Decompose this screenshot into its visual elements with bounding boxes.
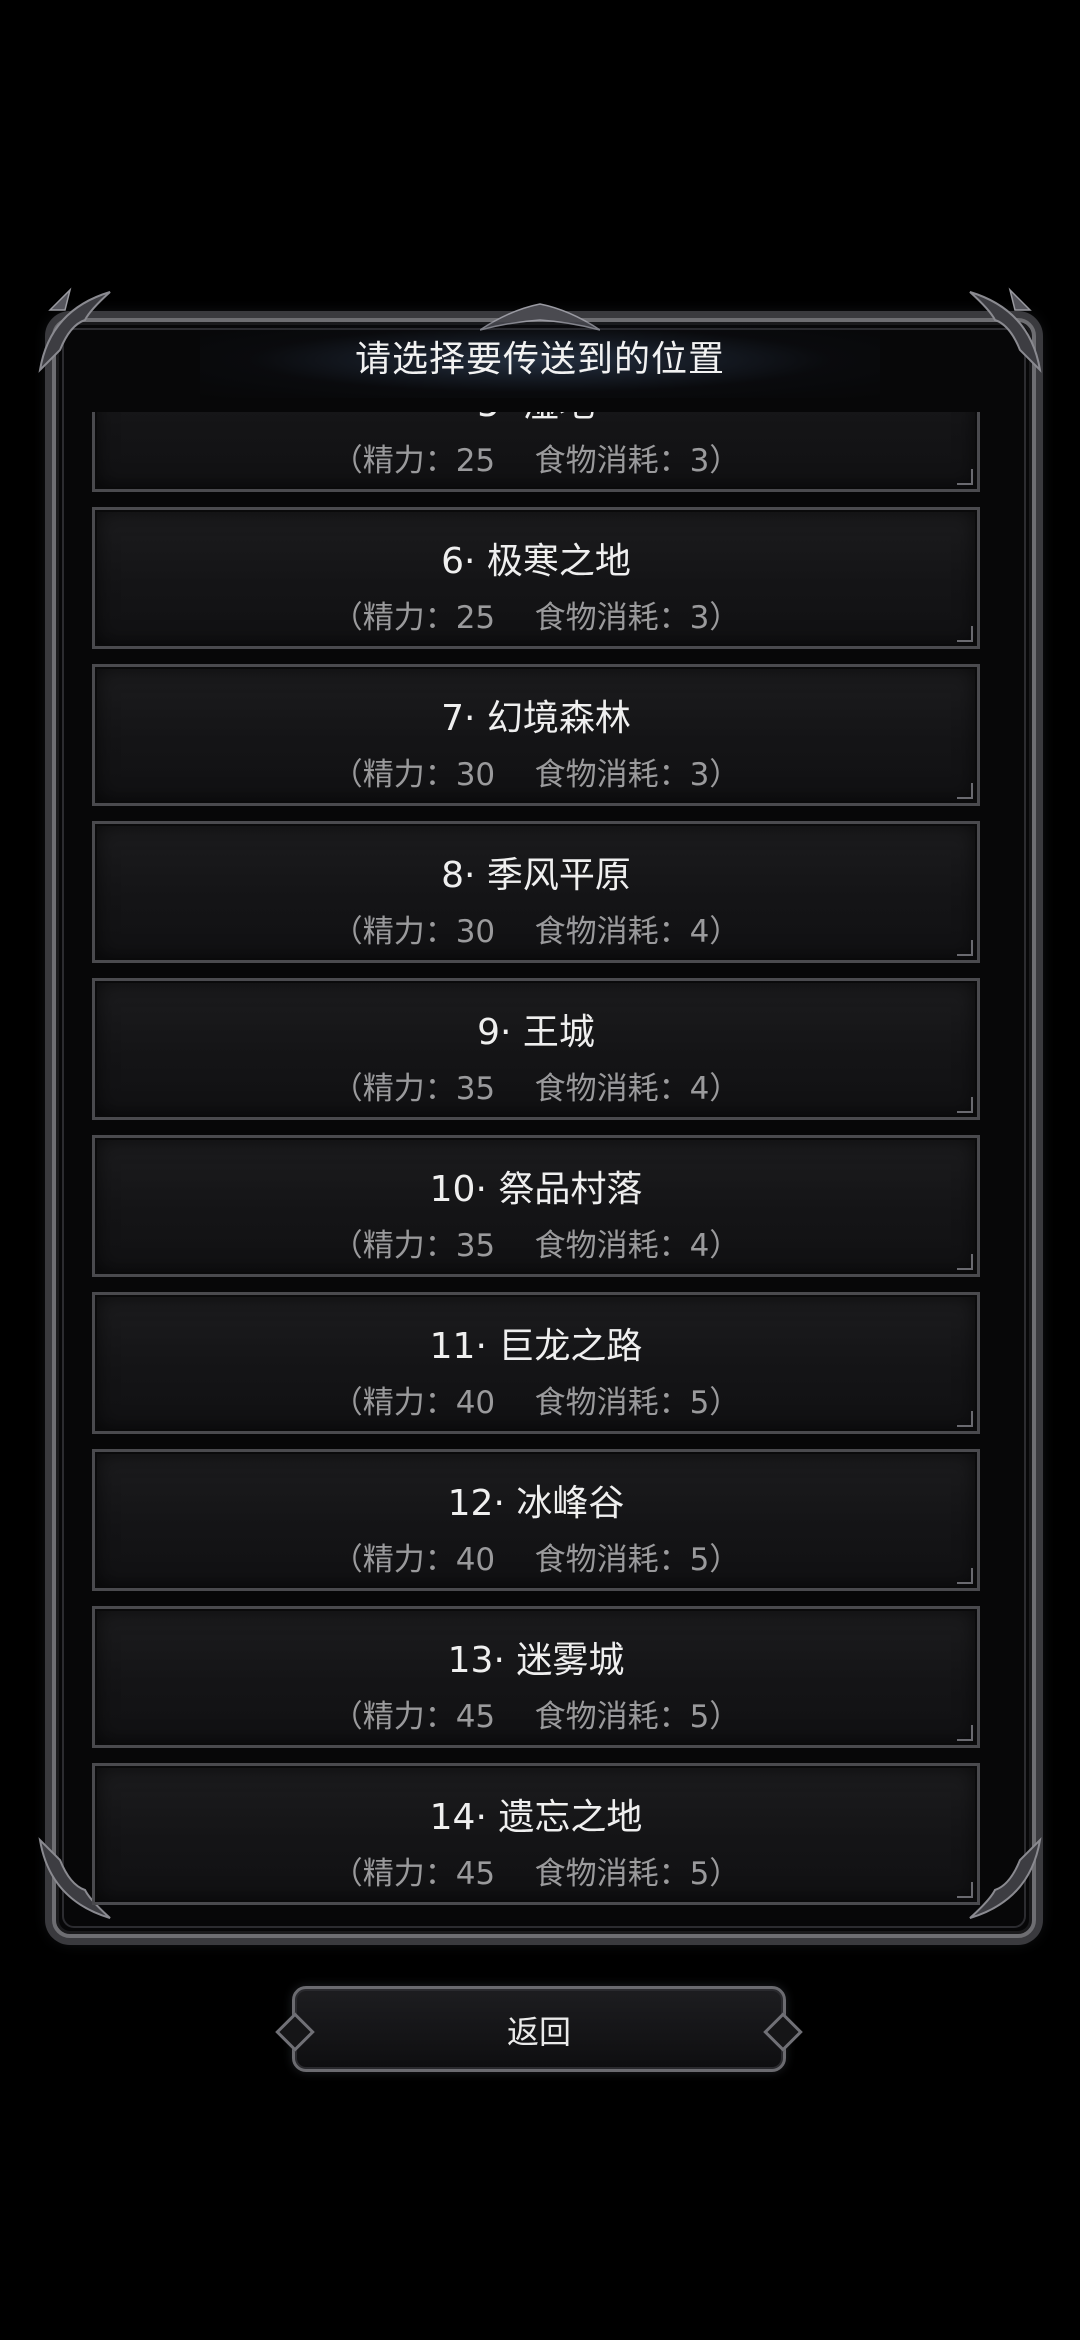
location-name: 12· 冰峰谷 (447, 1483, 625, 1524)
location-item[interactable]: 6· 极寒之地 （精力：25 食物消耗：3） (92, 507, 980, 649)
back-button[interactable]: 返回 (275, 1986, 803, 2072)
location-name: 7· 幻境森林 (441, 698, 631, 739)
location-item[interactable]: 7· 幻境森林 （精力：30 食物消耗：3） (92, 664, 980, 806)
button-cap-icon (763, 2012, 803, 2052)
location-cost: （精力：35 食物消耗：4） (331, 1071, 741, 1107)
location-cost: （精力：45 食物消耗：5） (331, 1699, 741, 1735)
location-cost: （精力：40 食物消耗：5） (331, 1385, 741, 1421)
location-cost: （精力：40 食物消耗：5） (331, 1542, 741, 1578)
location-name: 10· 祭品村落 (429, 1169, 643, 1210)
location-name: 8· 季风平原 (441, 855, 631, 896)
location-cost: （精力：25 食物消耗：3） (331, 443, 741, 479)
location-name: 5· 湿地 (95, 412, 977, 427)
location-item[interactable]: 14· 遗忘之地 （精力：45 食物消耗：5） (92, 1763, 980, 1905)
location-item[interactable]: 9· 王城 （精力：35 食物消耗：4） (92, 978, 980, 1120)
back-button-label: 返回 (506, 2013, 571, 2051)
location-item[interactable]: 12· 冰峰谷 （精力：40 食物消耗：5） (92, 1449, 980, 1591)
location-name: 6· 极寒之地 (441, 541, 631, 582)
location-name: 14· 遗忘之地 (429, 1797, 643, 1838)
dialog-title: 请选择要传送到的位置 (200, 322, 880, 398)
location-name: 9· 王城 (477, 1012, 595, 1053)
location-list[interactable]: 5· 湿地 （精力：25 食物消耗：3） 6· 极寒之地 （精力：25 食物消耗… (92, 412, 988, 1920)
location-item[interactable]: 8· 季风平原 （精力：30 食物消耗：4） (92, 821, 980, 963)
location-cost: （精力：35 食物消耗：4） (331, 1228, 741, 1264)
location-item[interactable]: 5· 湿地 （精力：25 食物消耗：3） (92, 412, 980, 492)
location-cost: （精力：30 食物消耗：4） (331, 914, 741, 950)
location-cost: （精力：30 食物消耗：3） (331, 757, 741, 793)
location-name: 11· 巨龙之路 (429, 1326, 643, 1367)
location-item[interactable]: 10· 祭品村落 （精力：35 食物消耗：4） (92, 1135, 980, 1277)
location-cost: （精力：45 食物消耗：5） (331, 1856, 741, 1892)
location-name: 13· 迷雾城 (447, 1640, 625, 1681)
location-item[interactable]: 11· 巨龙之路 （精力：40 食物消耗：5） (92, 1292, 980, 1434)
location-item[interactable]: 13· 迷雾城 （精力：45 食物消耗：5） (92, 1606, 980, 1748)
button-cap-icon (275, 2012, 315, 2052)
location-cost: （精力：25 食物消耗：3） (331, 600, 741, 636)
